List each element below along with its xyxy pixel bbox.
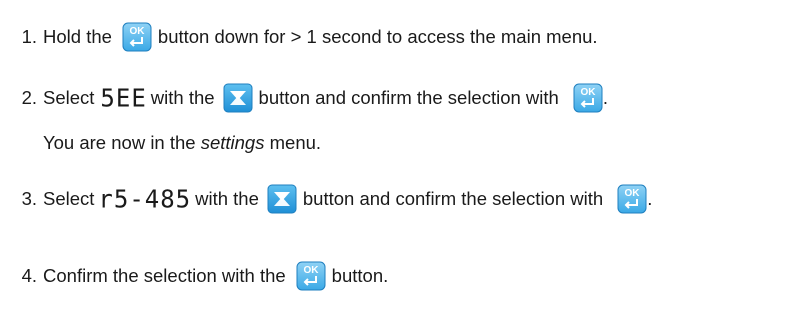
step-1: 1. Hold the OK button down for > 1 secon…	[0, 20, 598, 54]
down-arrow-button-icon	[267, 184, 297, 214]
ok-enter-button-icon: OK	[296, 261, 326, 291]
down-arrow-button-icon	[223, 83, 253, 113]
step-text: Confirm the selection with the	[43, 265, 286, 286]
ok-enter-button-icon: OK	[617, 184, 647, 214]
step-number: 2.	[21, 87, 37, 108]
step-text: with the	[150, 87, 215, 108]
ok-label: OK	[580, 87, 596, 98]
note-text: You are now in the	[43, 132, 196, 153]
step-text: Hold the	[43, 26, 112, 47]
step-text: button.	[331, 265, 389, 286]
step-2: 2. Select 5EE with the button and confir…	[0, 81, 608, 115]
step-2-note: You are now in the settings menu.	[43, 128, 321, 158]
note-emphasis: settings	[200, 132, 265, 153]
step-punctuation: .	[647, 188, 653, 209]
step-text: Select	[43, 188, 95, 209]
ok-enter-button-icon: OK	[573, 83, 603, 113]
step-text: button and confirm the selection with	[302, 188, 604, 209]
step-number: 1.	[21, 26, 37, 47]
step-4: 4. Confirm the selection with the OK but…	[0, 259, 388, 293]
step-number: 3.	[21, 188, 37, 209]
display-code-rs485: r5-485	[98, 184, 192, 214]
ok-enter-button-icon: OK	[122, 22, 152, 52]
step-text: button and confirm the selection with	[258, 87, 559, 108]
display-code-set: 5EE	[100, 83, 147, 113]
step-text: Select	[43, 87, 95, 108]
step-3: 3. Select r5-485 with the button and con…	[0, 182, 652, 216]
step-text: button down for > 1 second to access the…	[157, 26, 598, 47]
step-text: with the	[195, 188, 259, 209]
ok-label: OK	[129, 26, 145, 37]
step-number: 4.	[21, 265, 37, 286]
ok-label: OK	[625, 188, 641, 199]
note-text: menu.	[269, 132, 322, 153]
step-punctuation: .	[602, 87, 608, 108]
ok-label: OK	[303, 265, 319, 276]
